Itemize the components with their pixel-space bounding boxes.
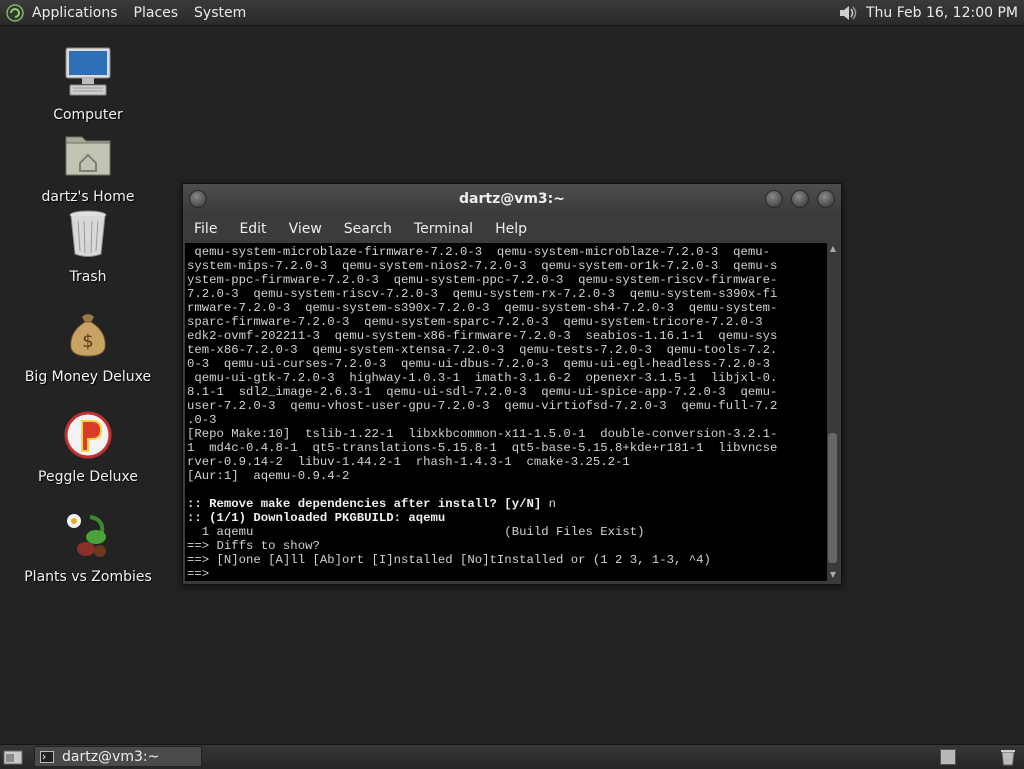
desktop-icon-label: Peggle Deluxe (38, 469, 138, 485)
top-panel: Applications Places System Thu Feb 16, 1… (0, 0, 1024, 26)
window-title: dartz@vm3:~ (459, 191, 565, 207)
terminal-menubar: File Edit View Search Terminal Help (183, 214, 841, 243)
terminal-line: ystem-ppc-firmware-7.2.0-3 qemu-system-p… (187, 273, 778, 287)
menu-edit[interactable]: Edit (228, 221, 277, 237)
svg-text:$: $ (82, 331, 93, 352)
terminal-line: tem-x86-7.2.0-3 qemu-system-xtensa-7.2.0… (187, 343, 778, 357)
taskbar-task-label: dartz@vm3:~ (62, 748, 160, 765)
terminal-line: .0-3 (187, 413, 217, 427)
applications-menu[interactable]: Applications (24, 0, 126, 25)
terminal-line: sparc-firmware-7.2.0-3 qemu-system-sparc… (187, 315, 763, 329)
desktop-icon-label: dartz's Home (41, 189, 135, 205)
desktop-icon-trash[interactable]: Trash (24, 207, 152, 285)
desktop-icon-label: Trash (69, 269, 107, 285)
terminal-line: [Repo Make:10] tslib-1.22-1 libxkbcommon… (187, 427, 778, 441)
terminal-line: edk2-ovmf-202211-3 qemu-system-x86-firmw… (187, 329, 778, 343)
terminal-line: 1 md4c-0.4.8-1 qt5-translations-5.15.8-1… (187, 441, 778, 455)
desktop-icon-home[interactable]: dartz's Home (24, 127, 152, 205)
window-menu-icon[interactable] (189, 190, 207, 208)
menu-search[interactable]: Search (333, 221, 403, 237)
trash-applet-icon[interactable] (1000, 748, 1016, 766)
terminal-line: ==> [N]one [A]ll [Ab]ort [I]nstalled [No… (187, 553, 711, 567)
terminal-line: 8.1-1 sdl2_image-2.6.3-1 qemu-ui-sdl-7.2… (187, 385, 778, 399)
distro-logo-icon[interactable] (6, 3, 24, 22)
terminal-icon (40, 750, 54, 763)
desktop-icon-plants-vs-zombies[interactable]: Plants vs Zombies (24, 507, 152, 585)
volume-icon[interactable] (836, 2, 858, 24)
computer-icon (65, 47, 111, 96)
terminal-line: 0-3 qemu-ui-curses-7.2.0-3 qemu-ui-dbus-… (187, 357, 770, 371)
menu-file[interactable]: File (183, 221, 228, 237)
scrollbar-thumb[interactable] (828, 433, 837, 563)
show-desktop-icon[interactable] (3, 748, 23, 766)
window-titlebar[interactable]: dartz@vm3:~ (183, 184, 841, 214)
money-bag-icon: $ (70, 314, 106, 357)
menu-help[interactable]: Help (484, 221, 538, 237)
desktop-icon-peggle[interactable]: Peggle Deluxe (24, 407, 152, 485)
taskbar-terminal-button[interactable]: dartz@vm3:~ (34, 746, 202, 767)
system-menu[interactable]: System (186, 0, 254, 25)
terminal-line: user-7.2.0-3 qemu-vhost-user-gpu-7.2.0-3… (187, 399, 778, 413)
scroll-down-arrow-icon[interactable]: ▼ (827, 569, 839, 581)
terminal-line: qemu-ui-gtk-7.2.0-3 highway-1.0.3-1 imat… (187, 371, 778, 385)
peggle-icon (64, 411, 112, 459)
terminal-window[interactable]: dartz@vm3:~ File Edit View Search Termin… (182, 183, 842, 585)
clock[interactable]: Thu Feb 16, 12:00 PM (862, 5, 1024, 21)
desktop-icon-label: Big Money Deluxe (24, 369, 152, 385)
desktop-icon-label: Computer (53, 107, 123, 123)
close-button[interactable] (817, 190, 835, 208)
bottom-panel: dartz@vm3:~ (0, 744, 1024, 769)
terminal-scrollbar[interactable]: ▲ ▼ (827, 243, 839, 581)
desktop-icon-computer[interactable]: Computer (24, 45, 152, 123)
maximize-button[interactable] (791, 190, 809, 208)
places-menu[interactable]: Places (126, 0, 187, 25)
menu-view[interactable]: View (278, 221, 333, 237)
terminal-text: qemu-system-microblaze-firmware-7.2.0-3 … (185, 243, 827, 581)
scroll-up-arrow-icon[interactable]: ▲ (827, 243, 839, 255)
home-folder-icon (65, 136, 111, 176)
workspace-switcher-icon[interactable] (940, 749, 956, 765)
trash-icon (69, 210, 107, 257)
desktop-icon-big-money[interactable]: $ Big Money Deluxe (24, 307, 152, 385)
terminal-line: system-mips-7.2.0-3 qemu-system-nios2-7.… (187, 259, 778, 273)
desktop-icon-label: Plants vs Zombies (24, 569, 152, 585)
plants-vs-zombies-icon (67, 514, 106, 557)
terminal-line: :: (1/1) Downloaded PKGBUILD: aqemu (187, 511, 446, 525)
terminal-line: [Aur:1] aqemu-0.9.4-2 (187, 469, 350, 483)
terminal-line: ==> Diffs to show? (187, 539, 320, 553)
terminal-output[interactable]: qemu-system-microblaze-firmware-7.2.0-3 … (185, 243, 827, 581)
terminal-line: ==> (187, 567, 210, 581)
menu-terminal[interactable]: Terminal (403, 221, 484, 237)
minimize-button[interactable] (765, 190, 783, 208)
terminal-line: 1 aqemu (Build Files Exist) (187, 525, 645, 539)
terminal-line: 7.2.0-3 qemu-system-riscv-7.2.0-3 qemu-s… (187, 287, 778, 301)
terminal-line: rmware-7.2.0-3 qemu-system-s390x-7.2.0-3… (187, 301, 778, 315)
terminal-line: :: Remove make dependencies after instal… (187, 497, 556, 511)
terminal-line: qemu-system-microblaze-firmware-7.2.0-3 … (187, 245, 770, 259)
terminal-line: rver-0.9.14-2 libuv-1.44.2-1 rhash-1.4.3… (187, 455, 630, 469)
